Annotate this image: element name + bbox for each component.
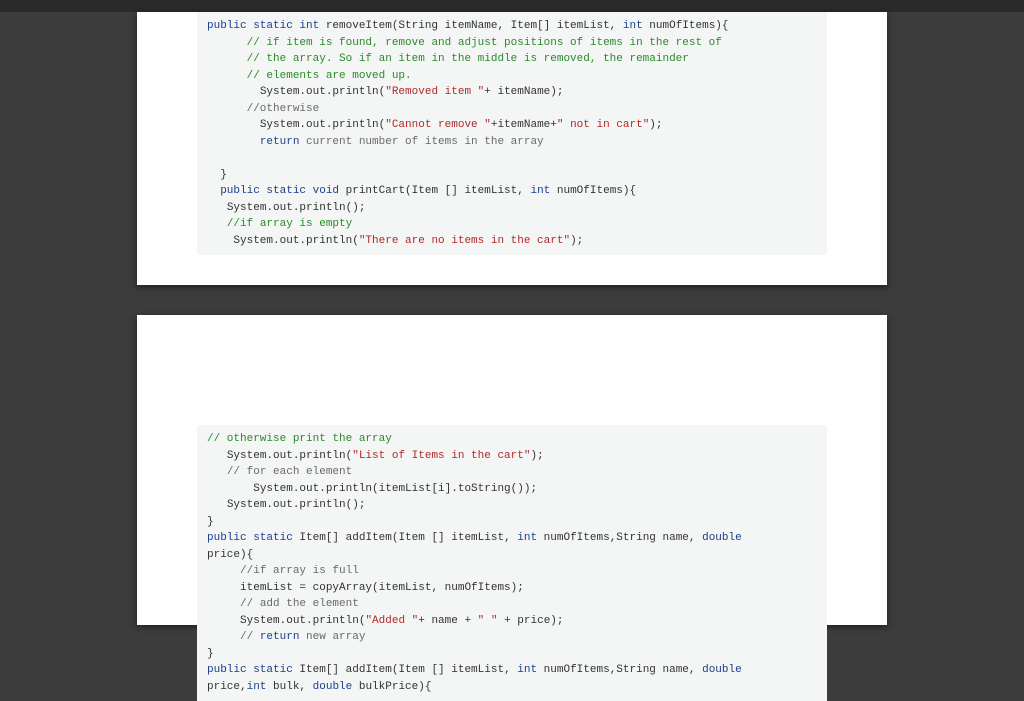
code-keyword: public static void [220, 185, 339, 197]
code-text: + name + [418, 615, 477, 627]
code-text: bulkPrice){ [352, 681, 431, 693]
code-text: itemList = copyArray(itemList, numOfItem… [240, 582, 524, 594]
code-text: removeItem(String itemName, Item[] itemL… [319, 20, 623, 32]
code-comment: // add the element [240, 598, 359, 610]
code-block-2: // otherwise print the array System.out.… [197, 425, 827, 701]
code-string: "List of Items in the cart" [352, 450, 530, 462]
code-keyword: public static int [207, 20, 319, 32]
code-text: System.out.println( [260, 119, 385, 131]
document-page-1: public static int removeItem(String item… [137, 12, 887, 285]
code-text: } [207, 516, 214, 528]
code-comment: //if array is empty [227, 218, 352, 230]
code-text: +itemName+ [491, 119, 557, 131]
code-text: numOfItems){ [550, 185, 636, 197]
code-text: + itemName); [484, 86, 563, 98]
code-text: System.out.println(); [227, 202, 366, 214]
code-keyword: int [517, 664, 537, 676]
code-text: System.out.println( [260, 86, 385, 98]
document-page-2: // otherwise print the array System.out.… [137, 315, 887, 625]
code-keyword: int [530, 185, 550, 197]
code-keyword: public static [207, 664, 293, 676]
code-string: "There are no items in the cart" [359, 235, 570, 247]
code-comment: //otherwise [247, 103, 320, 115]
code-text: ); [570, 235, 583, 247]
code-comment: // the array. So if an item in the middl… [247, 53, 689, 65]
code-text: System.out.println( [227, 450, 352, 462]
code-comment: // [240, 631, 260, 643]
document-viewport: public static int removeItem(String item… [0, 12, 1024, 655]
code-comment: // if item is found, remove and adjust p… [247, 37, 722, 49]
code-comment: // for each element [227, 466, 352, 478]
code-text: ); [530, 450, 543, 462]
code-keyword: int [623, 20, 643, 32]
code-text: Item[] addItem(Item [] itemList, [293, 664, 517, 676]
code-keyword: double [702, 532, 742, 544]
code-text: bulk, [266, 681, 312, 693]
code-text: numOfItems,String name, [537, 532, 702, 544]
code-string: " not in cart" [557, 119, 649, 131]
code-comment: // elements are moved up. [247, 70, 412, 82]
code-text: ); [649, 119, 662, 131]
code-text: + price); [497, 615, 563, 627]
code-keyword: double [313, 681, 353, 693]
code-text: price, [207, 681, 247, 693]
code-comment: //if array is full [240, 565, 359, 577]
window-top-bar [0, 0, 1024, 12]
code-comment: new array [299, 631, 365, 643]
code-keyword: double [702, 664, 742, 676]
code-text: numOfItems,String name, [537, 664, 702, 676]
code-text: current number of items in the array [299, 136, 543, 148]
code-text: System.out.println(); [227, 499, 366, 511]
code-keyword: int [247, 681, 267, 693]
code-text: } [207, 648, 214, 660]
code-text: printCart(Item [] itemList, [339, 185, 530, 197]
code-keyword: return [260, 136, 300, 148]
code-keyword: public static [207, 532, 293, 544]
code-keyword: int [517, 532, 537, 544]
code-text: System.out.println(itemList[i].toString(… [253, 483, 537, 495]
code-text: price){ [207, 549, 253, 561]
code-text: numOfItems){ [643, 20, 729, 32]
code-text: Item[] addItem(Item [] itemList, [293, 532, 517, 544]
code-string: "Added " [365, 615, 418, 627]
code-text: System.out.println( [233, 235, 358, 247]
code-string: "Cannot remove " [385, 119, 491, 131]
code-string: "Removed item " [385, 86, 484, 98]
code-string: " " [478, 615, 498, 627]
code-keyword: return [260, 631, 300, 643]
code-text: } [220, 169, 227, 181]
code-comment: // otherwise print the array [207, 433, 392, 445]
code-block-1: public static int removeItem(String item… [197, 12, 827, 255]
code-text: System.out.println( [240, 615, 365, 627]
